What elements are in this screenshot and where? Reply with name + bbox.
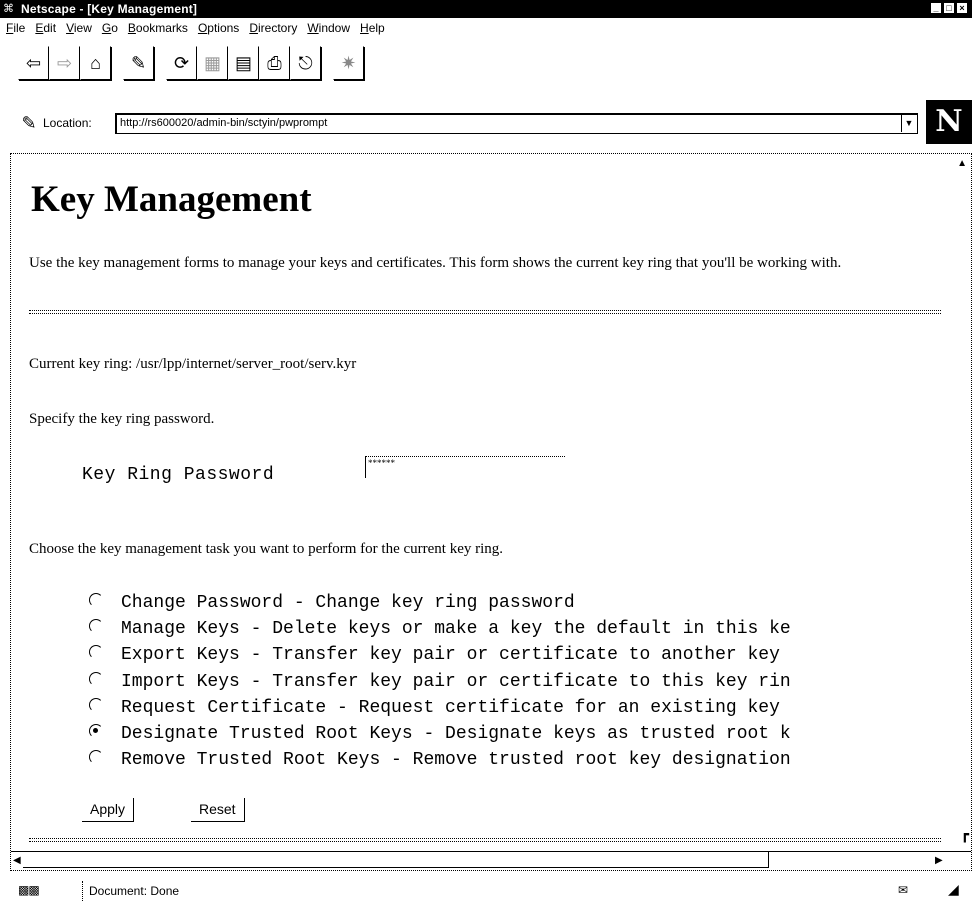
- window-title: Netscape - [Key Management]: [21, 2, 198, 16]
- open-icon: ▤: [234, 52, 252, 73]
- stop-icon: ✷: [340, 52, 357, 73]
- task-label: Import Keys - Transfer key pair or certi…: [121, 671, 791, 692]
- task-radio-group: Change Password - Change key ring passwo…: [89, 590, 959, 773]
- page-title: Key Management: [31, 179, 312, 220]
- location-bar: ✎ Location: http://rs600020/admin-bin/sc…: [0, 100, 972, 144]
- current-key-ring: Current key ring: /usr/lpp/internet/serv…: [29, 356, 357, 372]
- resize-grip-icon[interactable]: ◢: [948, 881, 959, 898]
- radio-button[interactable]: [89, 697, 103, 712]
- menu-bar: File Edit View Go Bookmarks Options Dire…: [0, 19, 972, 37]
- scroll-right-arrow-icon[interactable]: ▶: [935, 855, 943, 866]
- location-label: Location:: [43, 116, 92, 130]
- menu-edit[interactable]: Edit: [35, 21, 56, 35]
- divider: [29, 838, 941, 842]
- password-input[interactable]: ******: [365, 456, 565, 478]
- forward-icon: ⇨: [56, 52, 73, 73]
- print-icon: ⎙: [267, 52, 282, 73]
- edit-button[interactable]: ✎: [123, 46, 154, 80]
- location-dropdown[interactable]: ▼: [901, 115, 916, 132]
- task-option[interactable]: Remove Trusted Root Keys - Remove truste…: [89, 747, 959, 773]
- title-bar: ⌘ Netscape - [Key Management] _ □ ×: [0, 0, 972, 18]
- security-key-icon: ▩▩: [18, 883, 40, 897]
- divider: [29, 310, 941, 314]
- task-label: Request Certificate - Request certificat…: [121, 697, 780, 718]
- apply-button[interactable]: Apply: [82, 798, 135, 822]
- back-icon: ⇦: [25, 52, 42, 73]
- task-label: Designate Trusted Root Keys - Designate …: [121, 724, 791, 745]
- reload-button[interactable]: ⟳: [166, 46, 197, 80]
- resize-corner-icon: ┏: [960, 826, 969, 842]
- menu-window[interactable]: Window: [307, 21, 350, 35]
- print-button[interactable]: ⎙: [259, 46, 290, 80]
- scroll-up-arrow-icon[interactable]: ▲: [957, 158, 967, 169]
- images-button[interactable]: ▦: [197, 46, 228, 80]
- horizontal-scrollbar[interactable]: ◀ ▶: [11, 851, 971, 871]
- menu-bookmarks[interactable]: Bookmarks: [128, 21, 188, 35]
- toolbar: ⇦ ⇨ ⌂ ✎ ⟳ ▦ ▤ ⎙ ⎋ ✷: [18, 45, 364, 81]
- radio-button[interactable]: [89, 750, 103, 765]
- task-option[interactable]: Import Keys - Transfer key pair or certi…: [89, 669, 959, 695]
- choose-task-text: Choose the key management task you want …: [29, 541, 504, 557]
- task-label: Change Password - Change key ring passwo…: [121, 593, 575, 614]
- radio-button[interactable]: [89, 671, 103, 686]
- status-bar: ▩▩ Document: Done ✉ ◢: [0, 880, 972, 902]
- chevron-down-icon: ▼: [904, 118, 914, 128]
- task-label: Manage Keys - Delete keys or make a key …: [121, 619, 791, 640]
- menu-options[interactable]: Options: [198, 21, 239, 35]
- netscape-app-icon: ⌘: [3, 3, 14, 15]
- window-controls: _ □ ×: [930, 2, 968, 14]
- find-icon: ⎋: [298, 52, 313, 73]
- task-label: Export Keys - Transfer key pair or certi…: [121, 645, 780, 666]
- radio-button-selected[interactable]: [89, 724, 103, 739]
- maximize-button[interactable]: □: [943, 2, 955, 14]
- task-option[interactable]: Change Password - Change key ring passwo…: [89, 590, 959, 616]
- menu-file[interactable]: File: [6, 21, 25, 35]
- specify-password-text: Specify the key ring password.: [29, 411, 215, 427]
- task-option[interactable]: Designate Trusted Root Keys - Designate …: [89, 721, 959, 747]
- scrollbar-thumb[interactable]: [23, 852, 769, 868]
- radio-button[interactable]: [89, 645, 103, 660]
- find-button[interactable]: ⎋: [290, 46, 321, 80]
- radio-button[interactable]: [89, 593, 103, 608]
- close-button[interactable]: ×: [956, 2, 968, 14]
- task-label: Remove Trusted Root Keys - Remove truste…: [121, 750, 791, 771]
- mail-icon[interactable]: ✉: [898, 883, 908, 897]
- menu-view[interactable]: View: [66, 21, 92, 35]
- edit-icon: ✎: [130, 52, 147, 73]
- password-label: Key Ring Password: [82, 465, 275, 485]
- menu-help[interactable]: Help: [360, 21, 385, 35]
- stop-button[interactable]: ✷: [333, 46, 364, 80]
- task-option[interactable]: Manage Keys - Delete keys or make a key …: [89, 616, 959, 642]
- reload-icon: ⟳: [173, 52, 190, 73]
- reset-button[interactable]: Reset: [191, 798, 245, 822]
- intro-text: Use the key management forms to manage y…: [29, 255, 842, 271]
- scroll-left-arrow-icon[interactable]: ◀: [13, 855, 21, 866]
- netscape-logo: N: [926, 100, 972, 144]
- open-button[interactable]: ▤: [228, 46, 259, 80]
- bookmark-icon[interactable]: ✎: [18, 112, 40, 134]
- back-button[interactable]: ⇦: [18, 46, 49, 80]
- radio-button[interactable]: [89, 619, 103, 634]
- task-option[interactable]: Request Certificate - Request certificat…: [89, 695, 959, 721]
- content-frame: ▲ Key Management Use the key management …: [10, 153, 972, 871]
- menu-directory[interactable]: Directory: [249, 21, 297, 35]
- menu-go[interactable]: Go: [102, 21, 118, 35]
- images-icon: ▦: [203, 52, 221, 73]
- status-text: Document: Done: [82, 881, 752, 901]
- location-input[interactable]: http://rs600020/admin-bin/sctyin/pwpromp…: [115, 113, 918, 134]
- task-option[interactable]: Export Keys - Transfer key pair or certi…: [89, 642, 959, 668]
- minimize-button[interactable]: _: [930, 2, 942, 14]
- home-icon: ⌂: [90, 52, 101, 73]
- forward-button[interactable]: ⇨: [49, 46, 80, 80]
- home-button[interactable]: ⌂: [80, 46, 111, 80]
